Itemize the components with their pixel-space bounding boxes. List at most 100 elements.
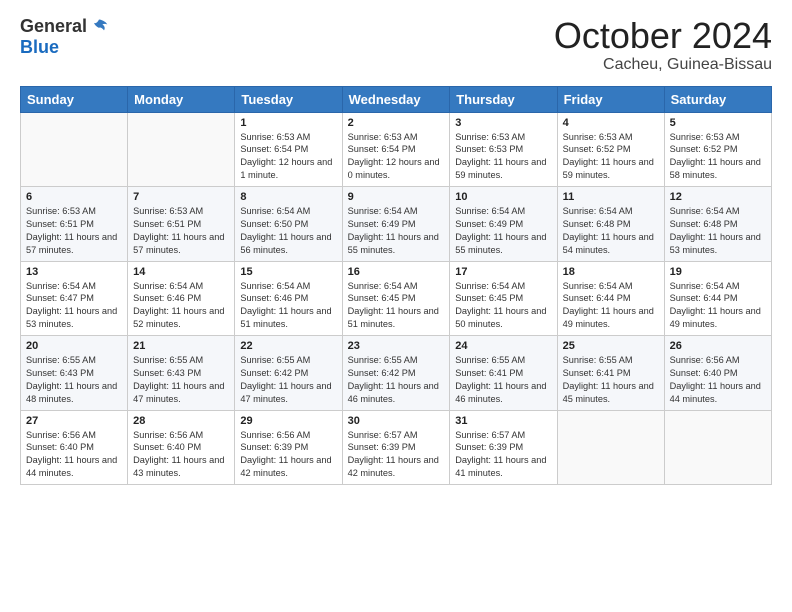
day-number: 2 bbox=[348, 117, 445, 129]
calendar-cell: 24 Sunrise: 6:55 AM Sunset: 6:41 PM Dayli… bbox=[450, 336, 557, 411]
calendar-cell: 9 Sunrise: 6:54 AM Sunset: 6:49 PM Daylig… bbox=[342, 187, 450, 262]
calendar-cell: 16Sunrise: 6:54 AM Sunset: 6:45 PM Dayli… bbox=[342, 261, 450, 336]
day-info: Sunrise: 6:54 AM Sunset: 6:44 PM Dayligh… bbox=[563, 280, 659, 332]
day-info: Sunrise: 6:54 AM Sunset: 6:45 PM Dayligh… bbox=[455, 280, 551, 332]
calendar-week-row: 27 Sunrise: 6:56 AM Sunset: 6:40 PM Dayli… bbox=[21, 410, 772, 485]
day-number: 24 bbox=[455, 340, 551, 352]
day-number: 30 bbox=[348, 415, 445, 427]
day-number: 14 bbox=[133, 266, 229, 278]
calendar-cell: 21 Sunrise: 6:55 AM Sunset: 6:43 PM Dayli… bbox=[128, 336, 235, 411]
day-number: 15 bbox=[240, 266, 336, 278]
logo-bird-icon bbox=[89, 17, 109, 37]
day-info: Sunrise: 6:55 AM Sunset: 6:42 PM Dayligh… bbox=[240, 354, 336, 406]
logo-blue-text: Blue bbox=[20, 37, 59, 58]
day-number: 21 bbox=[133, 340, 229, 352]
day-info: Sunrise: 6:55 AM Sunset: 6:41 PM Dayligh… bbox=[563, 354, 659, 406]
calendar-cell: 13Sunrise: 6:54 AM Sunset: 6:47 PM Dayli… bbox=[21, 261, 128, 336]
location: Cacheu, Guinea-Bissau bbox=[554, 56, 772, 74]
calendar-cell bbox=[557, 410, 664, 485]
day-number: 9 bbox=[348, 191, 445, 203]
calendar-cell: 31Sunrise: 6:57 AM Sunset: 6:39 PM Dayli… bbox=[450, 410, 557, 485]
day-info: Sunrise: 6:55 AM Sunset: 6:41 PM Dayligh… bbox=[455, 354, 551, 406]
day-number: 28 bbox=[133, 415, 229, 427]
day-info: Sunrise: 6:54 AM Sunset: 6:49 PM Dayligh… bbox=[348, 205, 445, 257]
day-number: 11 bbox=[563, 191, 659, 203]
calendar-cell: 2 Sunrise: 6:53 AM Sunset: 6:54 PM Daylig… bbox=[342, 112, 450, 187]
calendar-week-row: 20 Sunrise: 6:55 AM Sunset: 6:43 PM Dayli… bbox=[21, 336, 772, 411]
day-info: Sunrise: 6:53 AM Sunset: 6:52 PM Dayligh… bbox=[670, 131, 766, 183]
day-info: Sunrise: 6:53 AM Sunset: 6:54 PM Dayligh… bbox=[348, 131, 445, 183]
day-info: Sunrise: 6:57 AM Sunset: 6:39 PM Dayligh… bbox=[348, 429, 445, 481]
day-number: 19 bbox=[670, 266, 766, 278]
calendar-header-sunday: Sunday bbox=[21, 86, 128, 112]
calendar-cell: 30 Sunrise: 6:57 AM Sunset: 6:39 PM Dayli… bbox=[342, 410, 450, 485]
calendar-cell: 26Sunrise: 6:56 AM Sunset: 6:40 PM Dayli… bbox=[664, 336, 771, 411]
calendar-week-row: 13Sunrise: 6:54 AM Sunset: 6:47 PM Dayli… bbox=[21, 261, 772, 336]
page: General Blue October 2024 Cacheu, Guinea… bbox=[0, 0, 792, 612]
day-number: 7 bbox=[133, 191, 229, 203]
calendar-header-friday: Friday bbox=[557, 86, 664, 112]
calendar-cell: 1Sunrise: 6:53 AM Sunset: 6:54 PM Daylig… bbox=[235, 112, 342, 187]
logo-general-text: General bbox=[20, 16, 87, 37]
day-info: Sunrise: 6:55 AM Sunset: 6:43 PM Dayligh… bbox=[26, 354, 122, 406]
day-number: 18 bbox=[563, 266, 659, 278]
calendar-cell: 25 Sunrise: 6:55 AM Sunset: 6:41 PM Dayli… bbox=[557, 336, 664, 411]
day-number: 20 bbox=[26, 340, 122, 352]
day-info: Sunrise: 6:56 AM Sunset: 6:39 PM Dayligh… bbox=[240, 429, 336, 481]
calendar-cell: 20 Sunrise: 6:55 AM Sunset: 6:43 PM Dayli… bbox=[21, 336, 128, 411]
calendar-cell: 17 Sunrise: 6:54 AM Sunset: 6:45 PM Dayli… bbox=[450, 261, 557, 336]
calendar-header-tuesday: Tuesday bbox=[235, 86, 342, 112]
day-info: Sunrise: 6:53 AM Sunset: 6:51 PM Dayligh… bbox=[133, 205, 229, 257]
day-info: Sunrise: 6:53 AM Sunset: 6:53 PM Dayligh… bbox=[455, 131, 551, 183]
day-number: 22 bbox=[240, 340, 336, 352]
day-info: Sunrise: 6:56 AM Sunset: 6:40 PM Dayligh… bbox=[26, 429, 122, 481]
calendar-week-row: 6 Sunrise: 6:53 AM Sunset: 6:51 PM Daylig… bbox=[21, 187, 772, 262]
calendar-header-row: SundayMondayTuesdayWednesdayThursdayFrid… bbox=[21, 86, 772, 112]
title-block: October 2024 Cacheu, Guinea-Bissau bbox=[554, 16, 772, 74]
logo: General Blue bbox=[20, 16, 109, 58]
calendar-cell bbox=[128, 112, 235, 187]
calendar-cell: 27 Sunrise: 6:56 AM Sunset: 6:40 PM Dayli… bbox=[21, 410, 128, 485]
day-number: 4 bbox=[563, 117, 659, 129]
calendar-cell: 29 Sunrise: 6:56 AM Sunset: 6:39 PM Dayli… bbox=[235, 410, 342, 485]
calendar-cell: 6Sunrise: 6:53 AM Sunset: 6:51 PM Daylig… bbox=[21, 187, 128, 262]
day-number: 6 bbox=[26, 191, 122, 203]
calendar-header-monday: Monday bbox=[128, 86, 235, 112]
calendar-table: SundayMondayTuesdayWednesdayThursdayFrid… bbox=[20, 86, 772, 486]
day-number: 17 bbox=[455, 266, 551, 278]
calendar-header-saturday: Saturday bbox=[664, 86, 771, 112]
day-info: Sunrise: 6:56 AM Sunset: 6:40 PM Dayligh… bbox=[670, 354, 766, 406]
day-number: 5 bbox=[670, 117, 766, 129]
day-info: Sunrise: 6:54 AM Sunset: 6:46 PM Dayligh… bbox=[133, 280, 229, 332]
header: General Blue October 2024 Cacheu, Guinea… bbox=[20, 16, 772, 74]
day-info: Sunrise: 6:53 AM Sunset: 6:54 PM Dayligh… bbox=[240, 131, 336, 183]
day-number: 29 bbox=[240, 415, 336, 427]
calendar-cell bbox=[21, 112, 128, 187]
day-number: 23 bbox=[348, 340, 445, 352]
day-info: Sunrise: 6:54 AM Sunset: 6:44 PM Dayligh… bbox=[670, 280, 766, 332]
day-info: Sunrise: 6:54 AM Sunset: 6:49 PM Dayligh… bbox=[455, 205, 551, 257]
day-number: 13 bbox=[26, 266, 122, 278]
calendar-cell: 11 Sunrise: 6:54 AM Sunset: 6:48 PM Dayli… bbox=[557, 187, 664, 262]
day-info: Sunrise: 6:54 AM Sunset: 6:50 PM Dayligh… bbox=[240, 205, 336, 257]
day-info: Sunrise: 6:54 AM Sunset: 6:46 PM Dayligh… bbox=[240, 280, 336, 332]
calendar-cell: 19 Sunrise: 6:54 AM Sunset: 6:44 PM Dayli… bbox=[664, 261, 771, 336]
day-info: Sunrise: 6:57 AM Sunset: 6:39 PM Dayligh… bbox=[455, 429, 551, 481]
day-number: 25 bbox=[563, 340, 659, 352]
day-info: Sunrise: 6:55 AM Sunset: 6:42 PM Dayligh… bbox=[348, 354, 445, 406]
month-title: October 2024 bbox=[554, 16, 772, 56]
calendar-cell: 10Sunrise: 6:54 AM Sunset: 6:49 PM Dayli… bbox=[450, 187, 557, 262]
calendar-cell: 8 Sunrise: 6:54 AM Sunset: 6:50 PM Daylig… bbox=[235, 187, 342, 262]
calendar-cell: 22 Sunrise: 6:55 AM Sunset: 6:42 PM Dayli… bbox=[235, 336, 342, 411]
calendar-cell: 15 Sunrise: 6:54 AM Sunset: 6:46 PM Dayli… bbox=[235, 261, 342, 336]
day-info: Sunrise: 6:55 AM Sunset: 6:43 PM Dayligh… bbox=[133, 354, 229, 406]
day-number: 8 bbox=[240, 191, 336, 203]
day-number: 27 bbox=[26, 415, 122, 427]
calendar-cell: 5 Sunrise: 6:53 AM Sunset: 6:52 PM Daylig… bbox=[664, 112, 771, 187]
calendar-cell: 18 Sunrise: 6:54 AM Sunset: 6:44 PM Dayli… bbox=[557, 261, 664, 336]
day-number: 3 bbox=[455, 117, 551, 129]
calendar-cell: 4Sunrise: 6:53 AM Sunset: 6:52 PM Daylig… bbox=[557, 112, 664, 187]
calendar-cell bbox=[664, 410, 771, 485]
day-info: Sunrise: 6:56 AM Sunset: 6:40 PM Dayligh… bbox=[133, 429, 229, 481]
day-info: Sunrise: 6:54 AM Sunset: 6:48 PM Dayligh… bbox=[563, 205, 659, 257]
